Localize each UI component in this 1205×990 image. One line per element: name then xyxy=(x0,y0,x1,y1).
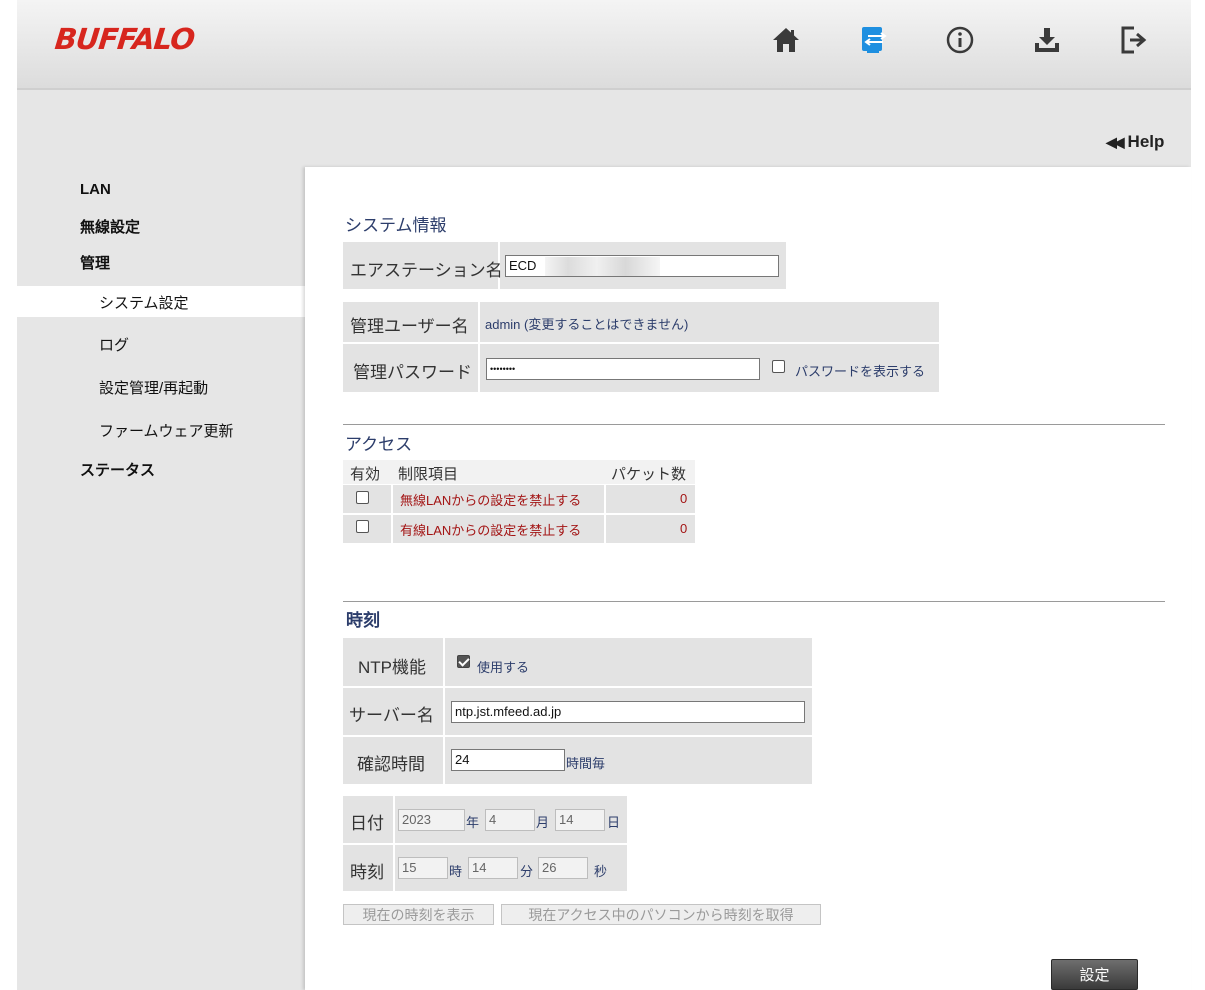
home-icon[interactable] xyxy=(768,22,804,58)
admin-password-label: 管理パスワード xyxy=(353,363,472,382)
admin-user-label: 管理ユーザー名 xyxy=(350,317,469,336)
get-time-from-pc-button[interactable]: 現在アクセス中のパソコンから時刻を取得 xyxy=(501,904,821,925)
help-link[interactable]: ◀◀ Help xyxy=(1106,132,1164,152)
hour-input[interactable]: 15 xyxy=(398,857,448,879)
wireless-lan-restrict-checkbox[interactable] xyxy=(356,491,369,504)
col-packet-count: パケット数 xyxy=(611,466,687,483)
ntp-label: NTP機能 xyxy=(358,658,426,677)
year-unit: 年 xyxy=(466,815,480,830)
sidebar-item-wireless[interactable]: 無線設定 xyxy=(80,216,140,237)
sidebar-item-config-restart[interactable]: 設定管理/再起動 xyxy=(99,377,208,398)
info-icon[interactable] xyxy=(942,22,978,58)
divider xyxy=(343,424,1165,425)
station-name-label: エアステーション名 xyxy=(350,261,503,280)
wired-lan-restrict-checkbox[interactable] xyxy=(356,520,369,533)
date-label: 日付 xyxy=(350,814,384,833)
month-input[interactable]: 4 xyxy=(485,809,535,831)
section-title-system-info: システム情報 xyxy=(345,216,447,235)
download-icon[interactable] xyxy=(1029,22,1065,58)
server-name-label: サーバー名 xyxy=(349,706,434,725)
sidebar-item-log[interactable]: ログ xyxy=(99,334,129,355)
show-password-checkbox[interactable] xyxy=(772,360,785,373)
window-edge xyxy=(1191,0,1205,990)
buffalo-logo: BUFFALO xyxy=(53,22,196,56)
settings-icon[interactable] xyxy=(855,22,891,58)
top-header: BUFFALO xyxy=(17,0,1191,90)
section-title-access: アクセス xyxy=(345,435,413,454)
day-input[interactable]: 14 xyxy=(555,809,605,831)
sidebar-item-firmware[interactable]: ファームウェア更新 xyxy=(99,420,234,441)
interval-unit: 時間毎 xyxy=(566,756,606,771)
server-name-input[interactable]: ntp.jst.mfeed.ad.jp xyxy=(451,701,805,723)
redacted-region xyxy=(545,257,660,276)
show-password-label[interactable]: パスワードを表示する xyxy=(795,361,925,380)
logout-icon[interactable] xyxy=(1116,22,1152,58)
show-current-time-button[interactable]: 現在の時刻を表示 xyxy=(343,904,494,925)
restriction-item-label: 有線LANからの設定を禁止する xyxy=(400,523,582,538)
hour-unit: 時 xyxy=(449,864,463,879)
time-label: 時刻 xyxy=(350,863,384,882)
interval-input[interactable]: 24 xyxy=(451,749,565,771)
interval-label: 確認時間 xyxy=(357,755,425,774)
section-title-time: 時刻 xyxy=(346,611,380,630)
month-unit: 月 xyxy=(536,815,550,830)
packet-count: 0 xyxy=(680,521,688,536)
collapse-arrows-icon: ◀◀ xyxy=(1106,134,1124,150)
minute-input[interactable]: 14 xyxy=(468,857,518,879)
year-input[interactable]: 2023 xyxy=(398,809,465,831)
minute-unit: 分 xyxy=(520,864,534,879)
sidebar-item-lan[interactable]: LAN xyxy=(80,181,111,198)
sidebar-item-admin[interactable]: 管理 xyxy=(80,252,110,273)
admin-user-value: admin (変更することはできません) xyxy=(485,317,689,332)
ntp-enable-label[interactable]: 使用する xyxy=(477,657,529,676)
admin-password-input[interactable]: •••••••• xyxy=(486,358,760,380)
divider xyxy=(343,601,1165,602)
day-unit: 日 xyxy=(607,815,621,830)
col-restriction-item: 制限項目 xyxy=(398,466,459,483)
sidebar-item-status[interactable]: ステータス xyxy=(80,459,155,480)
sidebar-item-system-settings[interactable]: システム設定 xyxy=(99,292,189,313)
second-input[interactable]: 26 xyxy=(538,857,588,879)
col-enable: 有効 xyxy=(350,466,381,483)
apply-settings-button[interactable]: 設定 xyxy=(1051,959,1138,990)
ntp-enable-checkbox[interactable] xyxy=(457,655,470,668)
packet-count: 0 xyxy=(680,491,688,506)
second-unit: 秒 xyxy=(594,864,608,879)
restriction-item-label: 無線LANからの設定を禁止する xyxy=(400,493,582,508)
